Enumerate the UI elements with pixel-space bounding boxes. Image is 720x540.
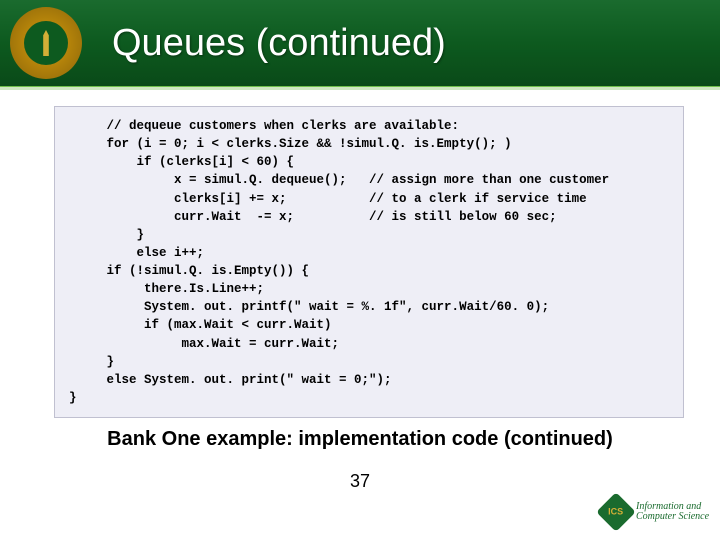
department-name: Information and Computer Science <box>636 502 709 523</box>
slide-caption: Bank One example: implementation code (c… <box>0 428 720 451</box>
page-number: 37 <box>0 471 720 492</box>
department-logo: ICS Information and Computer Science <box>602 490 712 534</box>
ics-badge-icon: ICS <box>596 492 636 532</box>
slide-header: Queues (continued) <box>0 0 720 88</box>
tower-icon <box>39 30 53 56</box>
code-listing: // dequeue customers when clerks are ava… <box>54 106 684 418</box>
slide-title: Queues (continued) <box>112 22 446 65</box>
university-logo <box>10 7 82 79</box>
